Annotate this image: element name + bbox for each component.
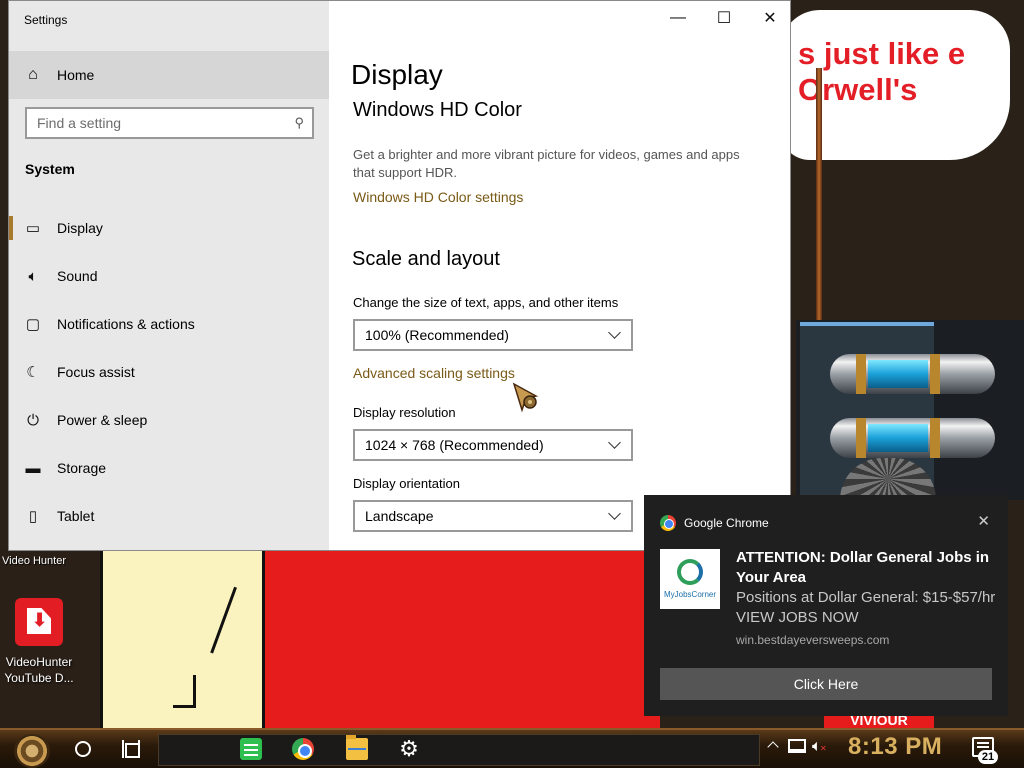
notification-domain: win.bestdayeversweeps.com — [736, 633, 890, 647]
sidebar-item-tablet[interactable]: ▯ Tablet — [9, 492, 329, 540]
sidebar-item-focus-assist[interactable]: ☾ Focus assist — [9, 348, 329, 396]
sidebar-item-label: Sound — [57, 268, 98, 284]
notification-body: Positions at Dollar General: $15-$57/hr … — [736, 589, 996, 626]
notification-close-button[interactable]: ✕ — [977, 512, 990, 530]
nav-home-label: Home — [57, 67, 95, 83]
desktop-icon-videohunter[interactable]: ⬇ VideoHunter YouTube D... — [2, 598, 76, 686]
close-icon: ✕ — [763, 10, 777, 27]
logo-text: MyJobsCorner — [663, 590, 716, 599]
sidebar-item-label: Notifications & actions — [57, 316, 195, 332]
mouse-cursor-icon — [512, 382, 539, 413]
hd-color-description: Get a brighter and more vibrant picture … — [353, 147, 740, 180]
notification-action-button[interactable]: Click Here — [660, 668, 992, 700]
file-explorer-icon[interactable] — [346, 735, 368, 760]
close-button[interactable]: ✕ — [747, 1, 793, 35]
orientation-value: Landscape — [365, 508, 434, 524]
start-button[interactable] — [14, 734, 50, 768]
network-icon[interactable] — [788, 739, 806, 753]
wallpaper-tube — [830, 354, 995, 394]
chrome-icon — [660, 515, 676, 531]
notification-count-badge: 21 — [978, 750, 998, 764]
taskbar-clock[interactable]: 8:13 PM — [848, 733, 942, 761]
search-input[interactable] — [27, 109, 277, 137]
minimize-icon: — — [670, 9, 686, 26]
resolution-value: 1024 × 768 (Recommended) — [365, 437, 544, 453]
chrome-app-icon[interactable] — [292, 738, 314, 760]
wallpaper-tube — [830, 418, 995, 458]
wallpaper-pipe — [816, 68, 822, 328]
desktop-icon-label: VideoHunter YouTube D... — [4, 655, 74, 685]
sidebar-item-display[interactable]: ▭ Display — [9, 204, 329, 252]
search-icon: ⚲ — [294, 115, 304, 130]
settings-content: — ☐ ✕ Display Windows HD Color Get a bri… — [329, 1, 790, 550]
hd-color-settings-link[interactable]: Windows HD Color settings — [353, 189, 523, 205]
sidebar-item-label: Power & sleep — [57, 412, 148, 428]
page-title: Display — [351, 59, 443, 90]
resolution-dropdown[interactable]: 1024 × 768 (Recommended) — [353, 429, 633, 461]
search-field[interactable]: ⚲ — [25, 107, 314, 139]
storage-icon: ▬ — [25, 459, 41, 477]
minimize-button[interactable]: — — [655, 1, 701, 35]
logo-ring-icon — [677, 559, 703, 585]
advanced-scaling-link[interactable]: Advanced scaling settings — [353, 365, 515, 381]
wallpaper-cartoon-figure — [100, 550, 265, 728]
sidebar-item-label: Display — [57, 220, 103, 236]
sidebar-item-power-sleep[interactable]: ⏻ Power & sleep — [9, 396, 329, 444]
settings-window: Settings ⌂ Home ⚲ System ▭ Display 🔈︎ So… — [8, 0, 791, 551]
window-title: Settings — [24, 13, 68, 27]
cortana-search-icon[interactable] — [75, 741, 91, 757]
scale-size-dropdown[interactable]: 100% (Recommended) — [353, 319, 633, 351]
home-icon: ⌂ — [28, 66, 38, 83]
scale-size-value: 100% (Recommended) — [365, 327, 509, 343]
power-icon: ⏻ — [27, 411, 39, 429]
desktop-icon-label-partial[interactable]: Video Hunter — [2, 555, 66, 567]
settings-sidebar: Settings ⌂ Home ⚲ System ▭ Display 🔈︎ So… — [9, 1, 329, 550]
notification-title: ATTENTION: Dollar General Jobs in Your A… — [736, 549, 990, 586]
resolution-label: Display resolution — [353, 405, 456, 420]
sidebar-item-notifications[interactable]: ▢ Notifications & actions — [9, 300, 329, 348]
maximize-icon: ☐ — [716, 10, 732, 27]
sidebar-item-sound[interactable]: 🔈︎ Sound — [9, 252, 329, 300]
scale-size-label: Change the size of text, apps, and other… — [353, 295, 619, 310]
chrome-notification-toast[interactable]: Google Chrome ✕ MyJobsCorner ATTENTION: … — [644, 495, 1008, 716]
wallpaper-bubble-text: s just like e Orwell's — [798, 36, 966, 107]
notification-icon: ▢ — [25, 316, 41, 333]
task-view-icon[interactable] — [122, 740, 140, 758]
show-hidden-icons-chevron-icon[interactable] — [767, 741, 779, 753]
videohunter-download-icon: ⬇ — [15, 598, 63, 646]
close-icon: ✕ — [977, 513, 990, 530]
sidebar-item-storage[interactable]: ▬ Storage — [9, 444, 329, 492]
monitor-icon: ▭ — [25, 220, 41, 237]
settings-gear-icon[interactable]: ⚙ — [398, 738, 420, 760]
orientation-dropdown[interactable]: Landscape — [353, 500, 633, 532]
sidebar-item-label: Tablet — [57, 508, 95, 524]
moon-icon: ☾ — [26, 364, 40, 381]
taskbar: ⚙ 🔈︎ 8:13 PM 21 — [0, 728, 1024, 768]
sidebar-item-label: Storage — [57, 460, 107, 476]
scale-layout-heading: Scale and layout — [352, 248, 500, 270]
chevron-down-icon — [608, 436, 621, 449]
notes-app-icon[interactable] — [240, 738, 262, 760]
sidebar-item-label: Focus assist — [57, 364, 135, 380]
chevron-down-icon — [608, 507, 621, 520]
orientation-label: Display orientation — [353, 476, 460, 491]
chevron-down-icon — [608, 326, 621, 339]
volume-muted-icon[interactable]: 🔈︎ — [812, 738, 826, 756]
myjobscorner-logo: MyJobsCorner — [660, 549, 720, 609]
notification-app-name: Google Chrome — [684, 516, 769, 530]
maximize-button[interactable]: ☐ — [701, 1, 747, 35]
hd-color-heading: Windows HD Color — [353, 99, 522, 121]
sidebar-section-header: System — [25, 161, 75, 177]
speaker-icon: 🔈︎ — [28, 267, 38, 285]
tablet-icon: ▯ — [28, 508, 38, 525]
nav-home[interactable]: ⌂ Home — [9, 51, 329, 99]
